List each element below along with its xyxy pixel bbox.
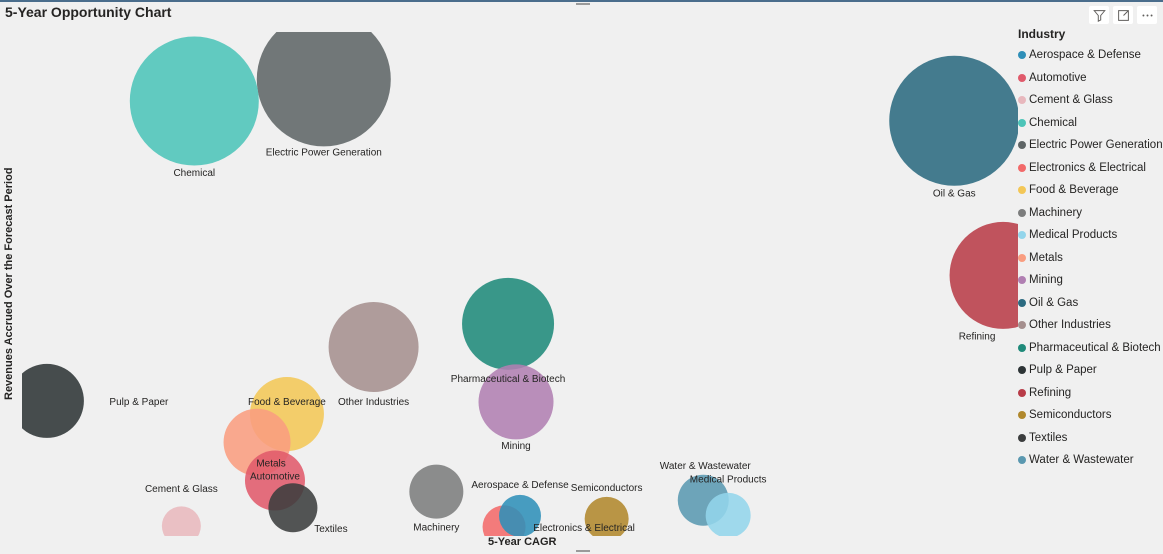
bubble-chemical[interactable] <box>129 36 259 166</box>
legend-label-medical-products: Medical Products <box>1029 229 1118 242</box>
legend-item-oil-and-gas[interactable]: Oil & Gas <box>1016 292 1163 315</box>
legend-dot-electric-power-generation <box>1018 141 1026 150</box>
bubble-label-refining: Refining <box>959 331 996 342</box>
legend-label-mining: Mining <box>1029 274 1063 287</box>
legend-item-refining[interactable]: Refining <box>1016 382 1163 405</box>
legend-item-machinery[interactable]: Machinery <box>1016 202 1163 225</box>
bubble-label-other-industries: Other Industries <box>338 397 409 408</box>
legend-label-metals: Metals <box>1029 251 1063 264</box>
legend-label-refining: Refining <box>1029 386 1072 399</box>
legend-label-electric-power-generation: Electric Power Generation <box>1029 139 1163 152</box>
legend-title: Industry <box>1018 27 1066 41</box>
bubble-label-automotive: Automotive <box>250 472 300 483</box>
bubble-label-textiles: Textiles <box>314 524 347 535</box>
legend-dot-mining <box>1018 276 1026 285</box>
legend-item-water-and-wastewater[interactable]: Water & Wastewater <box>1016 449 1163 472</box>
bubble-label-pulp-and-paper: Pulp & Paper <box>109 397 169 408</box>
legend-label-aerospace-and-defense: Aerospace & Defense <box>1029 49 1141 62</box>
legend-label-water-and-wastewater: Water & Wastewater <box>1029 454 1134 467</box>
bubble-label-food-and-beverage: Food & Beverage <box>248 397 326 408</box>
legend-dot-other-industries <box>1018 321 1026 330</box>
bubble-plot: Aerospace & Defense Automotive Cement & Gl… <box>10 12 1019 545</box>
bubble-label-water-and-wastewater: Water & Wastewater <box>660 461 752 472</box>
legend-label-electronics-and-electrical: Electronics & Electrical <box>1029 161 1146 174</box>
bubble-label-cement-and-glass: Cement & Glass <box>145 484 218 495</box>
legend-item-electronics-and-electrical[interactable]: Electronics & Electrical <box>1016 157 1163 180</box>
legend-label-automotive: Automotive <box>1029 71 1087 84</box>
legend-dot-semiconductors <box>1018 411 1026 420</box>
legend-item-other-industries[interactable]: Other Industries <box>1016 314 1163 337</box>
bubble-label-machinery: Machinery <box>413 523 459 534</box>
legend-item-medical-products[interactable]: Medical Products <box>1016 224 1163 247</box>
legend-item-cement-and-glass[interactable]: Cement & Glass <box>1016 89 1163 112</box>
legend-dot-pulp-and-paper <box>1018 366 1026 375</box>
legend-dot-metals <box>1018 253 1026 262</box>
legend-label-pharmaceutical-and-biotech: Pharmaceutical & Biotech <box>1029 341 1161 354</box>
bubble-machinery[interactable] <box>409 464 464 519</box>
legend-label-food-and-beverage: Food & Beverage <box>1029 184 1119 197</box>
legend-item-semiconductors[interactable]: Semiconductors <box>1016 404 1163 427</box>
bubble-semiconductors[interactable] <box>584 496 629 541</box>
legend-dot-water-and-wastewater <box>1018 456 1026 465</box>
legend-label-cement-and-glass: Cement & Glass <box>1029 94 1113 107</box>
legend-dot-food-and-beverage <box>1018 186 1026 195</box>
legend-item-textiles[interactable]: Textiles <box>1016 427 1163 450</box>
legend-label-other-industries: Other Industries <box>1029 319 1111 332</box>
legend-item-electric-power-generation[interactable]: Electric Power Generation <box>1016 134 1163 157</box>
legend-dot-electronics-and-electrical <box>1018 163 1026 172</box>
bubble-label-pharmaceutical-and-biotech: Pharmaceutical & Biotech <box>451 374 566 385</box>
legend-label-textiles: Textiles <box>1029 431 1068 444</box>
legend-dot-textiles <box>1018 433 1026 442</box>
bubble-electric-power-generation[interactable] <box>256 12 391 147</box>
legend-item-food-and-beverage[interactable]: Food & Beverage <box>1016 179 1163 202</box>
legend-label-chemical: Chemical <box>1029 116 1077 129</box>
bubble-label-oil-and-gas: Oil & Gas <box>933 189 976 200</box>
bubble-label-medical-products: Medical Products <box>690 474 767 485</box>
bubble-label-electric-power-generation: Electric Power Generation <box>266 147 382 158</box>
bubble-textiles[interactable] <box>268 483 318 533</box>
bubble-label-electronics-and-electrical: Electronics & Electrical <box>533 523 635 534</box>
bubble-label-chemical: Chemical <box>173 168 215 179</box>
legend-dot-medical-products <box>1018 231 1026 240</box>
bubble-label-semiconductors: Semiconductors <box>571 483 643 494</box>
legend-dot-machinery <box>1018 208 1026 217</box>
scatter-chart-visual: 5-Year Opportunity Chart Revenues Accrue… <box>0 0 1163 552</box>
bubble-cement-and-glass[interactable] <box>161 506 201 545</box>
legend-dot-pharmaceutical-and-biotech <box>1018 343 1026 352</box>
legend-label-oil-and-gas: Oil & Gas <box>1029 296 1079 309</box>
bubble-label-aerospace-and-defense: Aerospace & Defense <box>471 480 569 491</box>
bubble-pharmaceutical-and-biotech[interactable] <box>462 277 555 370</box>
legend-label-pulp-and-paper: Pulp & Paper <box>1029 364 1097 377</box>
bubble-medical-products[interactable] <box>705 492 751 538</box>
legend-item-pharmaceutical-and-biotech[interactable]: Pharmaceutical & Biotech <box>1016 337 1163 360</box>
legend-item-aerospace-and-defense[interactable]: Aerospace & Defense <box>1016 44 1163 67</box>
legend-dot-chemical <box>1018 118 1026 127</box>
legend-item-automotive[interactable]: Automotive <box>1016 67 1163 90</box>
bubble-other-industries[interactable] <box>328 302 419 392</box>
legend-item-pulp-and-paper[interactable]: Pulp & Paper <box>1016 359 1163 382</box>
bubble-label-metals: Metals <box>256 458 285 469</box>
bubble-pulp-and-paper[interactable] <box>10 363 84 438</box>
legend-item-chemical[interactable]: Chemical <box>1016 112 1163 135</box>
legend-label-semiconductors: Semiconductors <box>1029 409 1112 422</box>
legend-item-mining[interactable]: Mining <box>1016 269 1163 292</box>
legend-item-metals[interactable]: Metals <box>1016 247 1163 270</box>
legend-dot-automotive <box>1018 73 1026 82</box>
bubble-label-mining: Mining <box>501 441 530 452</box>
legend-dot-cement-and-glass <box>1018 96 1026 105</box>
legend-dot-aerospace-and-defense <box>1018 51 1026 60</box>
legend-label-machinery: Machinery <box>1029 206 1083 219</box>
legend-dot-oil-and-gas <box>1018 298 1026 307</box>
legend: Industry Aerospace & Defense Automotive Ce… <box>1016 27 1163 472</box>
legend-dot-refining <box>1018 388 1026 397</box>
bubble-oil-and-gas[interactable] <box>889 55 1019 186</box>
